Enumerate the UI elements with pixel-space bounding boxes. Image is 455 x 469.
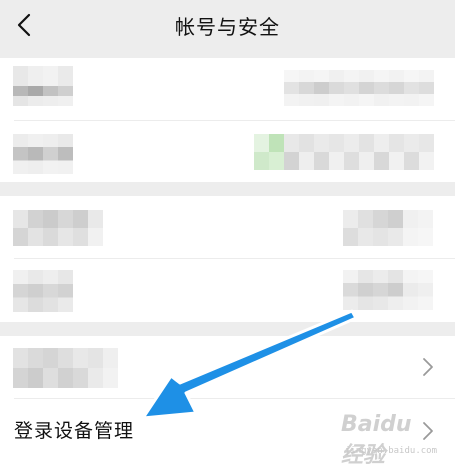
blurred-value — [284, 70, 434, 106]
blurred-label — [13, 270, 73, 312]
nav-bar: 帐号与安全 — [0, 0, 455, 50]
watermark-logo: Baidu 经验 — [341, 412, 412, 468]
security-group — [0, 196, 455, 322]
row-label: 登录设备管理 — [14, 420, 135, 442]
page-title: 帐号与安全 — [175, 15, 280, 39]
chevron-right-icon — [423, 358, 433, 376]
list-item-blurred-2[interactable] — [0, 120, 455, 182]
blurred-value — [343, 210, 433, 246]
blurred-label — [13, 348, 118, 388]
list-item-blurred-3[interactable] — [0, 196, 455, 258]
list-item-blurred-4[interactable] — [0, 258, 455, 320]
account-info-group — [0, 58, 455, 182]
watermark-url: jingyan.baidu.com — [344, 446, 437, 456]
blurred-value — [343, 270, 433, 310]
list-item-blurred-5[interactable] — [0, 336, 455, 398]
blurred-label — [13, 210, 103, 246]
list-item-blurred-1[interactable] — [0, 58, 455, 120]
blurred-label — [13, 66, 73, 106]
blurred-label — [13, 134, 73, 174]
blurred-value — [254, 134, 434, 170]
watermark: Baidu 经验 jingyan.baidu.com — [341, 412, 441, 468]
